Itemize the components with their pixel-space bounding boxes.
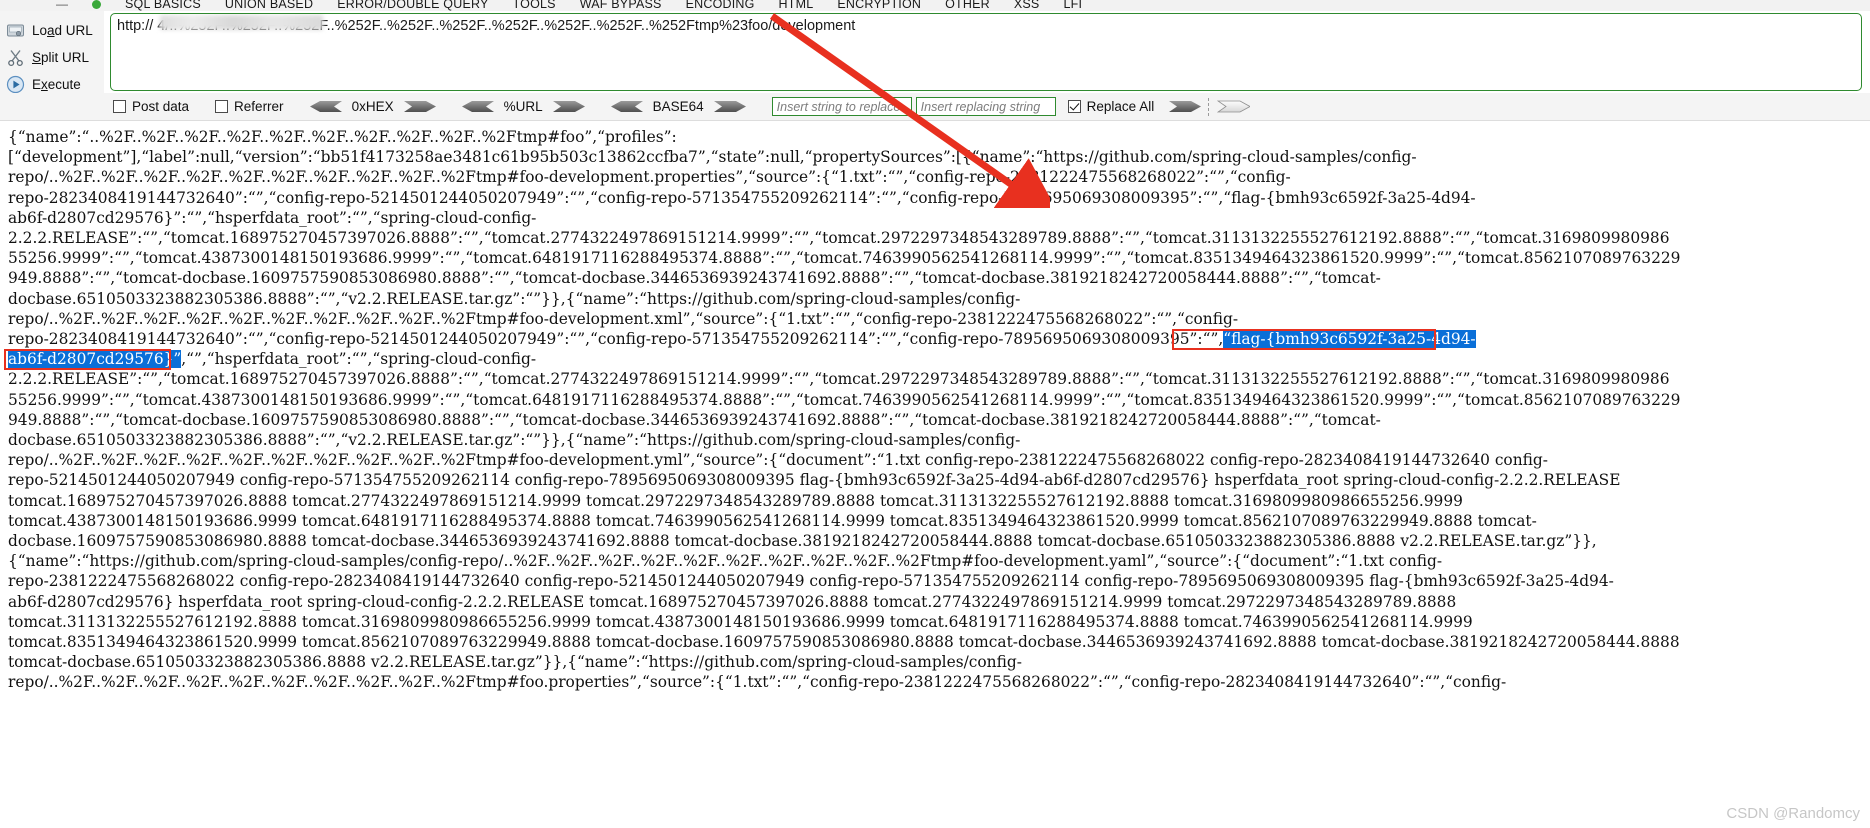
replace-string-input[interactable] (915, 97, 1056, 116)
search-string-input[interactable] (771, 97, 912, 116)
json-line: repo-5214501244050207949 config-repo-571… (8, 471, 1621, 490)
decode-left-arrow-icon[interactable] (610, 98, 644, 115)
url-encoder-label: %URL (503, 99, 543, 114)
replace-apply-arrow-icon[interactable] (1168, 98, 1202, 115)
menu-item-encryption[interactable]: ENCRYPTION (837, 0, 921, 11)
load-url-label: Load URL (32, 23, 93, 38)
replace-all-label: Replace All (1086, 99, 1155, 114)
replace-secondary-arrow-icon[interactable] (1217, 98, 1251, 115)
menubar-dash: — (56, 0, 68, 11)
json-line: docbase.1609757590853086980.8888 tomcat-… (8, 532, 1597, 551)
url-encoder-group: %URL (461, 98, 585, 115)
execute-label: Execute (32, 77, 81, 92)
json-line: repo/..%2F..%2F..%2F..%2F..%2F..%2F..%2F… (8, 168, 1291, 187)
json-line: repo/..%2F..%2F..%2F..%2F..%2F..%2F..%2F… (8, 451, 1548, 470)
selected-flag-part-1: “flag-{bmh93c6592f-3a25-4d94- (1223, 330, 1476, 349)
referrer-checkbox-box[interactable] (215, 100, 229, 113)
load-url-button[interactable]: Load URL (0, 17, 104, 44)
menu-item-waf-bypass[interactable]: WAF BYPASS (580, 0, 662, 11)
encode-right-arrow-icon[interactable] (713, 98, 746, 115)
status-dot-icon (92, 0, 101, 9)
json-line: ab6f-d2807cd29576} hsperfdata_root sprin… (8, 592, 1457, 611)
json-line: repo-2823408419144732640”:“”,“config-rep… (8, 188, 1476, 207)
load-url-icon (7, 24, 24, 37)
post-data-checkbox[interactable]: Post data (113, 99, 189, 114)
extension-menubar: — SQL BASICS UNION BASED ERROR/DOUBLE QU… (0, 0, 1870, 11)
split-url-button[interactable]: Split URL (0, 44, 104, 71)
menu-item-lfi[interactable]: LFI (1063, 0, 1082, 11)
json-line: repo/..%2F..%2F..%2F..%2F..%2F..%2F..%2F… (8, 673, 1507, 692)
decode-left-arrow-icon[interactable] (461, 98, 495, 115)
replace-all-checkbox[interactable]: Replace All (1067, 99, 1155, 114)
response-json-text: {“name”:“..%2F..%2F..%2F..%2F..%2F..%2F.… (0, 122, 1870, 693)
replace-all-checkbox-box[interactable] (1067, 100, 1081, 113)
json-line: 2.2.2.RELEASE”:“”,“tomcat.16897527045739… (8, 370, 1670, 389)
json-line: docbase.6510503323882305386.8888”:“”,“v2… (8, 289, 1021, 308)
base64-encoder-group: BASE64 (610, 98, 746, 115)
json-line: tomcat.168975270457397026.8888 tomcat.27… (8, 491, 1463, 510)
json-line: 949.8888”:“”,“tomcat-docbase.16097575908… (8, 410, 1381, 429)
referrer-checkbox[interactable]: Referrer (215, 99, 284, 114)
base64-encoder-label: BASE64 (652, 99, 704, 114)
toolbar-divider (1208, 97, 1210, 116)
json-line: 949.8888”:“”,“tomcat-docbase.16097575908… (8, 269, 1381, 288)
json-line: repo-2823408419144732640”:“”,“config-rep… (8, 330, 1224, 349)
hex-encoder-group: 0xHEX (309, 98, 436, 115)
referrer-label: Referrer (234, 99, 284, 114)
menu-item-encoding[interactable]: ENCODING (686, 0, 755, 11)
url-input-value: http:// 4/..%252F..%252F..%252F..%252F..… (117, 18, 856, 34)
hex-encoder-label: 0xHEX (351, 99, 394, 114)
json-line: docbase.6510503323882305386.8888”:“”,“v2… (8, 431, 1021, 450)
encode-right-arrow-icon[interactable] (552, 98, 585, 115)
json-line: tomcat.4387300148150193686.9999 tomcat.6… (8, 511, 1537, 530)
response-body-panel[interactable]: {“name”:“..%2F..%2F..%2F..%2F..%2F..%2F.… (0, 122, 1870, 828)
menu-item-tools[interactable]: TOOLS (513, 0, 556, 11)
split-url-label: Split URL (32, 50, 90, 65)
json-line: 55256.9999”:“”,“tomcat.43873001481501936… (8, 249, 1681, 268)
json-line: ,“”,“hsperfdata_root”:“”,“spring-cloud-c… (181, 350, 537, 369)
menu-item-error-double-query[interactable]: ERROR/DOUBLE QUERY (337, 0, 488, 11)
json-line: ab6f-d2807cd29576}”:“”,“hsperfdata_root”… (8, 208, 537, 227)
encode-right-arrow-icon[interactable] (403, 98, 436, 115)
menu-item-other[interactable]: OTHER (945, 0, 990, 11)
menu-item-union-based[interactable]: UNION BASED (225, 0, 313, 11)
action-button-column: Load URL Split URL Execute (0, 11, 104, 103)
menu-item-html[interactable]: HTML (779, 0, 814, 11)
execute-play-icon (6, 75, 25, 94)
json-line: tomcat-docbase.6510503323882305386.8888 … (8, 653, 1022, 672)
json-line: repo-2381222475568268022 config-repo-282… (8, 572, 1614, 591)
json-line: repo/..%2F..%2F..%2F..%2F..%2F..%2F..%2F… (8, 309, 1239, 328)
post-data-label: Post data (132, 99, 190, 114)
json-line: {“name”:“..%2F..%2F..%2F..%2F..%2F..%2F.… (8, 128, 677, 146)
json-line: tomcat.8351349464323861520.9999 tomcat.8… (8, 633, 1680, 652)
options-toolbar: Post data Referrer 0xHEX %URL BASE64 Ins… (0, 93, 1870, 121)
split-url-icon (8, 50, 23, 67)
json-line: [“development”],“label”:null,“version”:“… (8, 148, 1417, 167)
post-data-checkbox-box[interactable] (113, 100, 126, 113)
json-line: tomcat.3113132255527612192.8888 tomcat.3… (8, 612, 1473, 631)
url-input[interactable]: http:// 4/..%252F..%252F..%252F..%252F..… (110, 13, 1862, 91)
menu-item-sql-basics[interactable]: SQL BASICS (125, 0, 201, 11)
json-line: {“name”:“https://github.com/spring-cloud… (8, 552, 1443, 571)
menu-item-xss[interactable]: XSS (1014, 0, 1040, 11)
json-line: 2.2.2.RELEASE”:“”,“tomcat.16897527045739… (8, 229, 1670, 248)
decode-left-arrow-icon[interactable] (309, 98, 343, 115)
json-line: 55256.9999”:“”,“tomcat.43873001481501936… (8, 390, 1681, 409)
selected-flag-part-2: ab6f-d2807cd29576}” (8, 350, 182, 369)
